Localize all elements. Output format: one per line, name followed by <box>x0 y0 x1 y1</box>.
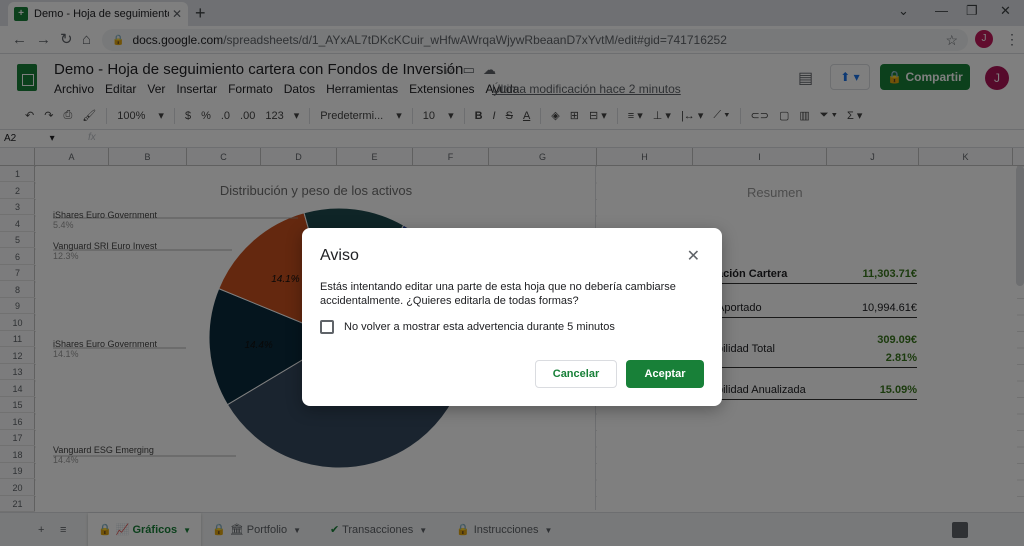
cancel-button[interactable]: Cancelar <box>535 360 617 388</box>
accept-button[interactable]: Aceptar <box>626 360 704 388</box>
checkbox-label[interactable]: No volver a mostrar esta advertencia dur… <box>344 321 615 333</box>
warning-dialog: Aviso ✕ Estás intentando editar una part… <box>302 228 722 406</box>
dont-show-again-checkbox[interactable] <box>320 320 334 334</box>
dialog-message: Estás intentando editar una parte de est… <box>320 281 676 307</box>
close-icon[interactable]: ✕ <box>687 246 700 266</box>
dialog-title: Aviso <box>320 247 359 264</box>
